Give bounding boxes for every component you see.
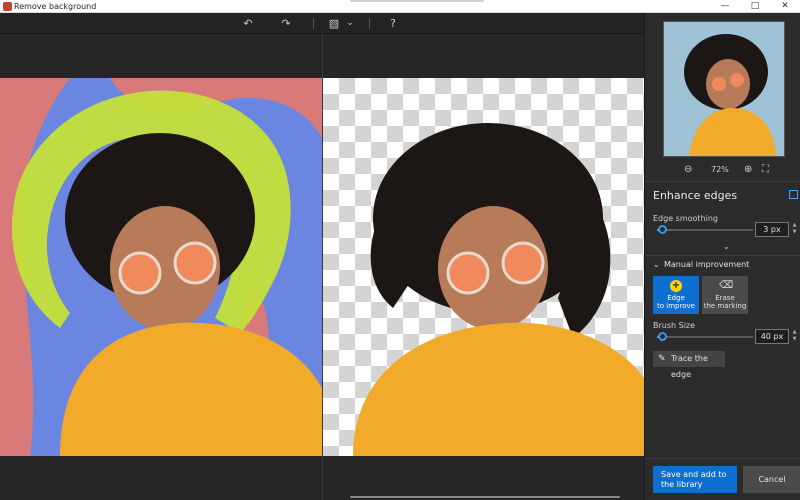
slider-thumb[interactable] [658, 225, 667, 234]
collapse-panel-icon[interactable] [789, 190, 798, 199]
panel-divider [645, 458, 800, 459]
trace-edge-button[interactable]: ✎ Trace the edge [653, 351, 725, 379]
toolbar-separator [313, 18, 314, 29]
zoom-out-icon[interactable]: ⊖ [684, 163, 692, 177]
marking-canvas[interactable] [0, 78, 322, 456]
panel-divider [645, 255, 800, 256]
brush-size-input[interactable]: 40 px [755, 329, 789, 344]
help-icon[interactable]: ? [386, 16, 400, 31]
edge-to-improve-label: Edge [667, 294, 685, 302]
app-icon [3, 2, 12, 11]
edge-smoothing-spinner[interactable]: ▲ ▼ [791, 222, 798, 237]
toolbar: ↶ ↷ ▧ ⌄ ? [0, 13, 644, 34]
horizontal-scrollbar[interactable] [350, 496, 620, 498]
brush-size-label: Brush Size [653, 321, 696, 330]
remove-background-window: Remove background — □ ✕ ↶ ↷ ▧ ⌄ ? ⊖ 72% … [0, 0, 800, 500]
side-panel: ⊖ 72% ⊕ ⛶ Enhance edges Edge smoothing 3… [644, 13, 800, 500]
window-title: Remove background [14, 2, 97, 11]
canvas-area [0, 34, 644, 500]
zoom-in-icon[interactable]: ⊕ [744, 163, 752, 177]
redo-icon[interactable]: ↷ [278, 16, 294, 31]
manual-improvement-title[interactable]: Manual improvement [664, 260, 749, 269]
chevron-down-icon[interactable]: ⌄ [653, 260, 660, 269]
undo-icon[interactable]: ↶ [240, 16, 256, 31]
erase-sublabel: the marking [703, 302, 747, 310]
title-bar: Remove background — □ ✕ [0, 0, 800, 13]
zoom-level: 72% [711, 165, 729, 174]
result-preview-canvas [323, 78, 644, 456]
drag-indicator [350, 0, 484, 2]
slider-thumb[interactable] [658, 332, 667, 341]
eraser-icon: ⌫ [719, 280, 734, 291]
edge-to-improve-button[interactable]: + Edge to improve [653, 276, 699, 314]
edge-to-improve-sublabel: to improve [657, 302, 695, 310]
chevron-down-icon[interactable]: ⌄ [344, 16, 356, 31]
navigator-thumbnail [664, 22, 784, 156]
navigator-preview[interactable] [663, 21, 785, 157]
minimize-button[interactable]: — [710, 0, 740, 13]
image-mode-icon[interactable]: ▧ [327, 16, 341, 31]
edge-smoothing-input[interactable]: 3 px [755, 222, 789, 237]
toolbar-separator [369, 18, 370, 29]
expand-chevron-icon[interactable]: ⌄ [723, 242, 730, 251]
zoom-controls: ⊖ 72% ⊕ ⛶ [645, 163, 800, 177]
cancel-button[interactable]: Cancel [743, 466, 800, 493]
marked-photo [0, 78, 322, 456]
erase-marking-button[interactable]: ⌫ Erase the marking [702, 276, 748, 314]
edge-smoothing-slider[interactable] [657, 225, 753, 234]
close-button[interactable]: ✕ [770, 0, 800, 13]
save-and-add-button[interactable]: Save and add to the library [653, 466, 737, 493]
edge-smoothing-label: Edge smoothing [653, 214, 719, 223]
pen-icon: ✎ [658, 354, 666, 364]
maximize-button[interactable]: □ [740, 0, 770, 13]
fit-to-screen-icon[interactable]: ⛶ [762, 163, 769, 177]
panel-divider [645, 181, 800, 182]
enhance-edges-title: Enhance edges [653, 189, 738, 202]
brush-size-spinner[interactable]: ▲ ▼ [791, 329, 798, 344]
brush-size-slider[interactable] [657, 332, 753, 341]
trace-edge-label: Trace the edge [671, 354, 708, 379]
cutout-photo [353, 123, 644, 456]
plus-icon: + [670, 280, 682, 292]
erase-label: Erase [715, 294, 735, 302]
